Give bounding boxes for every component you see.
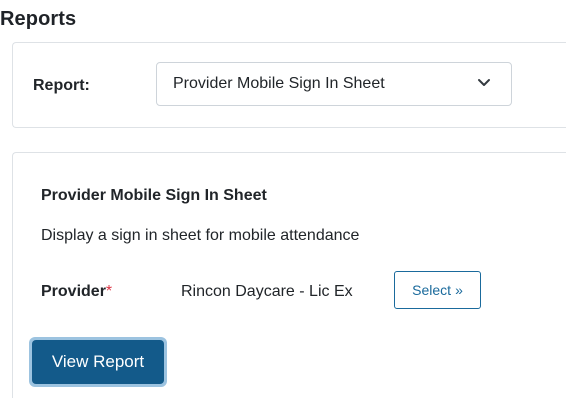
provider-label-text: Provider [41, 283, 106, 300]
provider-value: Rincon Daycare - Lic Ex [181, 283, 353, 300]
view-report-button[interactable]: View Report [32, 340, 164, 384]
report-select[interactable]: Provider Mobile Sign In Sheet [156, 62, 512, 106]
provider-label: Provider* [41, 283, 112, 301]
report-details-card: Provider Mobile Sign In Sheet Display a … [12, 152, 566, 398]
required-marker: * [105, 283, 113, 300]
double-chevron-right-icon: » [455, 282, 463, 298]
select-button-label: Select [412, 282, 452, 298]
select-provider-button[interactable]: Select » [394, 271, 481, 309]
report-label: Report: [33, 77, 90, 94]
page-title: Reports [0, 8, 77, 30]
report-select-value: Provider Mobile Sign In Sheet [173, 75, 385, 92]
report-description: Display a sign in sheet for mobile atten… [41, 227, 360, 244]
report-title: Provider Mobile Sign In Sheet [41, 187, 267, 204]
chevron-down-icon [478, 79, 490, 86]
view-report-focus-ring: View Report [29, 337, 167, 387]
reports-page: Reports Report: Provider Mobile Sign In … [0, 0, 566, 398]
report-selector-card: Report: Provider Mobile Sign In Sheet [12, 42, 566, 128]
